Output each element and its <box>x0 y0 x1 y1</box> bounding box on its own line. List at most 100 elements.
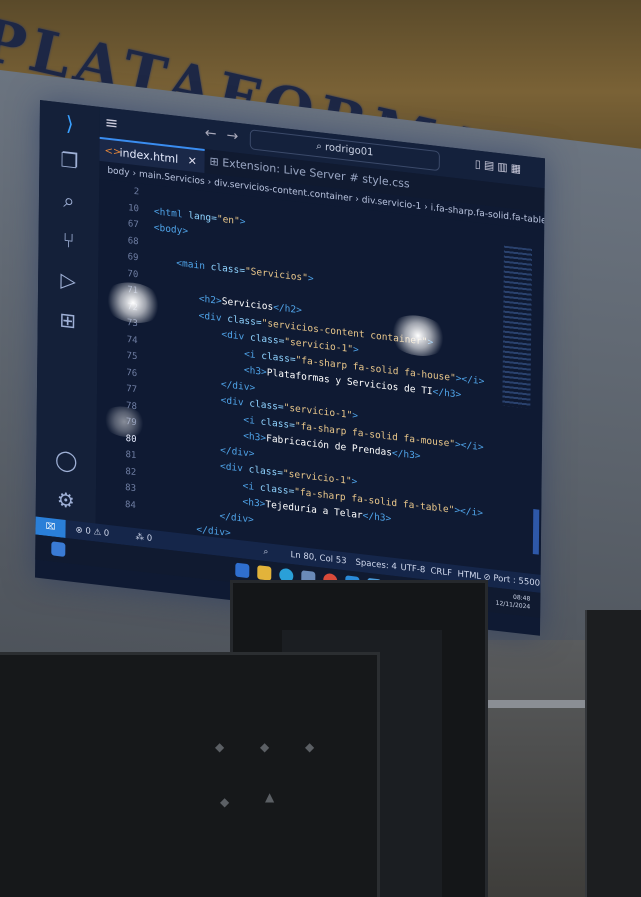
projector-glare <box>387 312 449 360</box>
activity-bar: ⟩ ❐ ⌕ ⑂ ▷ ⊞ ◯ ⚙ <box>35 100 100 537</box>
tab-label: index.html <box>119 146 179 166</box>
code-token: > <box>352 344 359 356</box>
code-token: <div <box>220 394 250 410</box>
minimap[interactable] <box>502 245 533 409</box>
code-token: <body> <box>153 222 189 238</box>
run-debug-icon[interactable]: ▷ <box>56 267 80 294</box>
desktop-icon: ◆ <box>215 740 225 754</box>
line-number: 77 <box>126 383 138 396</box>
classroom-monitor <box>585 610 641 897</box>
code-token: <h3> <box>243 430 267 445</box>
code-token: > <box>239 215 246 228</box>
breadcrumb-separator: › <box>207 177 212 188</box>
code-token: </h3> <box>362 510 392 525</box>
search-icon[interactable]: ⌕ <box>57 187 81 214</box>
breadcrumb-separator: › <box>132 168 137 180</box>
line-number: 68 <box>127 235 139 247</box>
code-token: Servicios <box>221 296 274 313</box>
code-token: <i <box>243 414 261 428</box>
line-number: 81 <box>125 449 137 462</box>
line-number: 2 <box>133 186 140 198</box>
menu-icon[interactable]: ≡ <box>105 113 119 134</box>
vscode-logo-icon: ⟩ <box>65 111 74 136</box>
code-token: <h2> <box>198 293 222 308</box>
code-token: class= <box>249 398 284 414</box>
line-number: 67 <box>127 219 139 231</box>
code-token: "servicio-1" <box>284 336 354 356</box>
classroom-monitor: ◆ ◆ ◆ ◆ ▲ <box>0 652 380 897</box>
line-number: 74 <box>126 334 138 346</box>
extension-icon: ⊞ <box>209 154 223 170</box>
code-token: "Servicios" <box>244 265 308 284</box>
settings-gear-icon[interactable]: ⚙ <box>54 487 78 514</box>
line-number: 10 <box>128 202 140 214</box>
line-number: 69 <box>127 252 139 264</box>
line-number-gutter: 210676869707172737475767778798081828384 <box>96 179 145 529</box>
code-editor[interactable]: 210676869707172737475767778798081828384 … <box>95 178 545 575</box>
start-icon[interactable] <box>235 562 250 579</box>
line-number: 76 <box>126 367 138 379</box>
taskbar-clock[interactable]: 08:48 12/11/2024 <box>496 592 531 612</box>
account-icon[interactable]: ◯ <box>54 447 78 474</box>
code-token: class= <box>227 313 262 329</box>
extensions-icon[interactable]: ⊞ <box>56 307 80 334</box>
code-token: </h3> <box>432 386 462 401</box>
code-token: <i <box>244 348 262 362</box>
code-token: </div> <box>220 444 255 460</box>
line-number: 83 <box>125 482 137 495</box>
search-icon: ⌕ <box>316 140 326 153</box>
code-token: "en" <box>216 212 240 227</box>
code-token: "servicio-1" <box>283 402 353 422</box>
search-icon[interactable]: ⌕ <box>263 543 268 562</box>
code-token: </div> <box>220 378 256 394</box>
code-token: class= <box>248 464 284 480</box>
code-token: ></i> <box>454 504 484 519</box>
code-token: </h3> <box>391 447 421 462</box>
line-number: 75 <box>126 351 138 363</box>
code-token: <h3> <box>242 496 266 511</box>
code-line: <main class="Servicios"> <box>153 255 313 285</box>
code-token: > <box>352 410 359 422</box>
code-token: <main <box>176 257 211 273</box>
code-token: </div> <box>219 510 254 526</box>
scrollbar-thumb[interactable] <box>532 509 540 555</box>
code-token: > <box>307 272 314 285</box>
code-token: </h2> <box>273 301 302 317</box>
desktop-icon: ◆ <box>220 795 230 809</box>
desktop-icon: ◆ <box>305 740 315 754</box>
line-number: 70 <box>127 268 139 280</box>
weather-icon[interactable] <box>51 541 66 557</box>
code-token: ></i> <box>454 438 484 453</box>
line-number: 84 <box>124 499 136 511</box>
ports-indicator[interactable]: ⁂ 0 <box>135 528 152 548</box>
projected-screen: ⟩ ❐ ⌕ ⑂ ▷ ⊞ ◯ ⚙ ≡ ←→ ⌕ rodrigo01 ▯▤▥▦ <>… <box>34 100 545 636</box>
breadcrumb-separator: › <box>424 202 428 213</box>
code-token: <div <box>198 309 228 325</box>
tab-label: style.css <box>362 172 410 191</box>
code-token: <div <box>219 460 249 476</box>
explorer-icon[interactable]: ❐ <box>57 147 81 174</box>
layout-buttons-icon[interactable]: ▯▤▥▦ <box>475 157 524 176</box>
source-control-icon[interactable]: ⑂ <box>56 227 80 254</box>
code-token: class= <box>249 332 285 348</box>
file-explorer-icon[interactable] <box>257 565 272 581</box>
code-token: class= <box>261 350 296 366</box>
tab-close-icon[interactable]: ✕ <box>188 154 197 168</box>
line-number: 82 <box>125 466 137 478</box>
desktop-icon: ▲ <box>265 790 275 804</box>
code-token: <h3> <box>243 364 267 379</box>
code-token: <i <box>242 479 260 493</box>
breadcrumb-item[interactable]: body <box>107 166 129 179</box>
code-token: class= <box>259 481 295 497</box>
code-token: <html <box>153 205 189 221</box>
code-token: <div <box>221 328 251 344</box>
nav-arrows-icon[interactable]: ←→ <box>205 125 249 146</box>
css-file-icon: # <box>349 170 363 186</box>
